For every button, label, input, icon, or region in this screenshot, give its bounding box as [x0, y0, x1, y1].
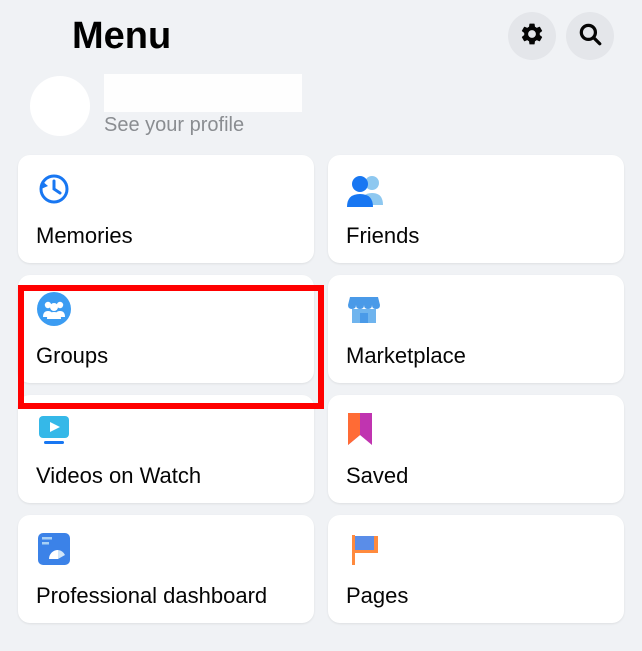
videos-icon: [36, 411, 296, 447]
marketplace-icon: [346, 291, 606, 327]
tile-saved[interactable]: Saved: [328, 395, 624, 503]
header: Menu: [0, 0, 642, 66]
dashboard-icon: [36, 531, 296, 567]
tile-label: Videos on Watch: [36, 463, 296, 489]
profile-name-placeholder: [104, 74, 302, 112]
profile-text: See your profile: [104, 74, 302, 137]
tile-pages[interactable]: Pages: [328, 515, 624, 623]
tile-label: Saved: [346, 463, 606, 489]
friends-icon: [346, 171, 606, 207]
tile-label: Professional dashboard: [36, 583, 296, 609]
memories-icon: [36, 171, 296, 207]
search-button[interactable]: [566, 12, 614, 60]
gear-icon: [519, 21, 545, 52]
settings-button[interactable]: [508, 12, 556, 60]
tile-label: Memories: [36, 223, 296, 249]
avatar: [30, 76, 90, 136]
page-title: Menu: [72, 15, 171, 58]
tile-label: Pages: [346, 583, 606, 609]
pages-icon: [346, 531, 606, 567]
search-icon: [577, 21, 603, 52]
tile-label: Friends: [346, 223, 606, 249]
tile-friends[interactable]: Friends: [328, 155, 624, 263]
saved-icon: [346, 411, 606, 447]
tile-marketplace[interactable]: Marketplace: [328, 275, 624, 383]
tile-memories[interactable]: Memories: [18, 155, 314, 263]
tile-label: Marketplace: [346, 343, 606, 369]
header-actions: [508, 12, 614, 60]
profile-subtext: See your profile: [104, 114, 302, 137]
tile-professional-dashboard[interactable]: Professional dashboard: [18, 515, 314, 623]
menu-grid: Memories Friends Groups Marketplace Vide…: [0, 155, 642, 623]
groups-icon: [36, 291, 296, 327]
tile-videos[interactable]: Videos on Watch: [18, 395, 314, 503]
tile-label: Groups: [36, 343, 296, 369]
profile-row[interactable]: See your profile: [0, 66, 642, 155]
tile-groups[interactable]: Groups: [18, 275, 314, 383]
